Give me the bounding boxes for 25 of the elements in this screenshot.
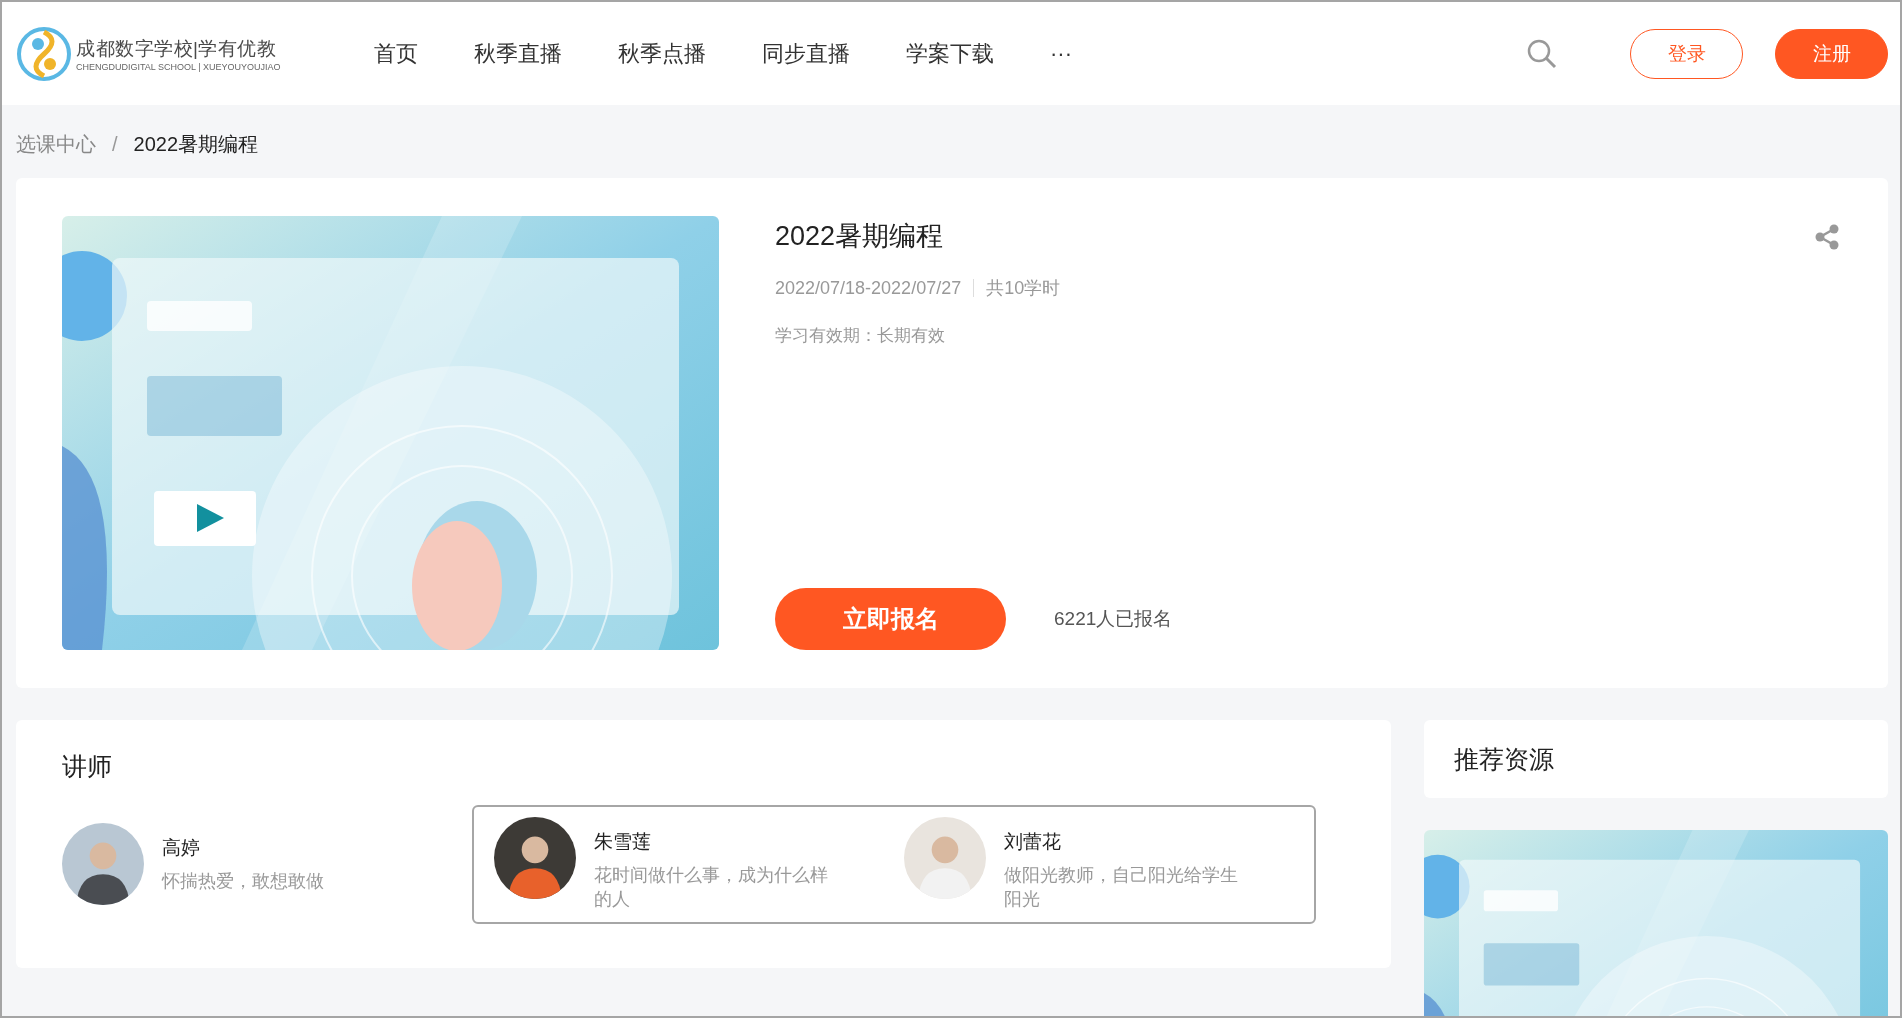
teacher-motto: 怀揣热爱，敢想敢做 xyxy=(162,870,325,894)
nav-link[interactable]: 学案下载 xyxy=(906,38,994,69)
nav-link[interactable]: 秋季点播 xyxy=(618,38,706,69)
teacher-name: 高婷 xyxy=(162,836,201,861)
breadcrumb-separator: / xyxy=(112,133,118,156)
enrolled-count: 6221人已报名 xyxy=(1054,607,1173,631)
teacher-motto: 做阳光教师，自己阳光给学生阳光 xyxy=(1004,864,1239,912)
nav-link[interactable]: ··· xyxy=(1050,38,1072,69)
logo-subtitle: CHENGDUDIGITAL SCHOOL | XUEYOUYOUJIAO xyxy=(76,61,281,72)
course-dates: 2022/07/18-2022/07/27 xyxy=(775,277,962,299)
section-title: 推荐资源 xyxy=(1454,743,1554,775)
teacher-name: 朱雪莲 xyxy=(594,830,652,854)
teacher-name: 刘蕾花 xyxy=(1004,830,1062,854)
section-title: 讲师 xyxy=(62,751,113,782)
nav-link[interactable]: 首页 xyxy=(374,38,418,69)
logo-icon[interactable] xyxy=(16,25,72,82)
course-hours: 共10学时 xyxy=(986,277,1061,300)
course-title: 2022暑期编程 xyxy=(775,220,944,253)
nav-link[interactable]: 秋季直播 xyxy=(474,38,562,69)
logo-title: 成都数字学校|学有优教 xyxy=(76,36,278,61)
search-icon[interactable] xyxy=(1526,37,1558,70)
course-validity: 学习有效期：长期有效 xyxy=(775,325,946,347)
teacher-motto: 花时间做什么事，成为什么样的人 xyxy=(594,864,829,912)
nav-link[interactable]: 同步直播 xyxy=(762,38,850,69)
breadcrumb-item: 2022暑期编程 xyxy=(133,132,259,157)
